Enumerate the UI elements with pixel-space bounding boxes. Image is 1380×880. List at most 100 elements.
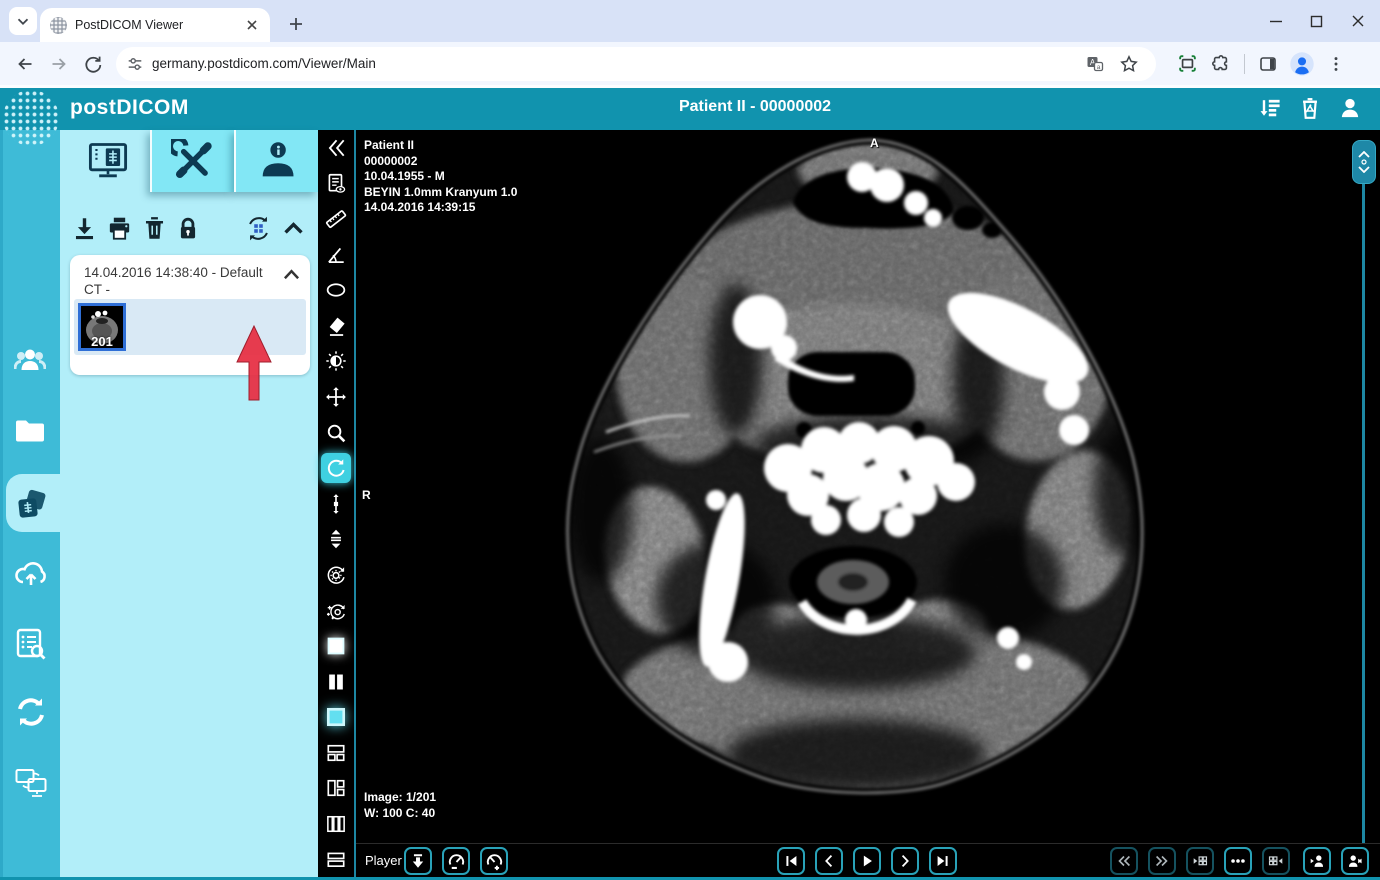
more-options-button[interactable] <box>1224 847 1252 875</box>
capture-button[interactable] <box>1170 47 1204 81</box>
extensions-button[interactable] <box>1204 47 1238 81</box>
report-icon <box>325 172 347 194</box>
overlay-study-datetime: 14.04.2016 14:39:15 <box>364 200 517 216</box>
previous-image-button[interactable] <box>815 847 843 875</box>
url-text[interactable]: germany.postdicom.com/Viewer/Main <box>152 56 1078 71</box>
next-layout-button[interactable] <box>1262 847 1290 875</box>
images-icon <box>14 487 48 521</box>
lock-icon[interactable] <box>176 216 200 241</box>
translate-icon: Aa <box>1085 54 1105 74</box>
browser-tab[interactable]: PostDICOM Viewer <box>40 8 270 42</box>
reload-button[interactable] <box>76 47 110 81</box>
stack-sort-button[interactable] <box>318 522 354 558</box>
tab-tools[interactable] <box>150 130 234 192</box>
next-image-button[interactable] <box>891 847 919 875</box>
bookmark-button[interactable] <box>1112 47 1146 81</box>
print-icon[interactable] <box>106 216 133 241</box>
translate-button[interactable]: Aa <box>1078 47 1112 81</box>
ruler-button[interactable] <box>318 201 354 237</box>
slice-scrollbar-thumb[interactable] <box>1352 140 1376 184</box>
first-image-icon <box>782 852 800 870</box>
speed-up-button[interactable] <box>480 847 508 875</box>
series-thumbnail[interactable]: 201 <box>78 303 126 351</box>
series-collapse-icon[interactable] <box>283 267 300 281</box>
cloud-upload-icon <box>14 557 48 591</box>
layout-three-columns-button[interactable] <box>318 806 354 842</box>
collapse-panel-button[interactable] <box>318 130 354 166</box>
next-series-button[interactable] <box>1148 847 1176 875</box>
sidebar-item-patients[interactable] <box>14 344 46 376</box>
site-settings-icon[interactable] <box>126 55 144 73</box>
sidebar-item-folders[interactable] <box>14 414 46 446</box>
thumbnail-label: 201 <box>81 334 123 349</box>
delete-icon[interactable] <box>142 216 167 241</box>
recycle-bin-icon[interactable] <box>1298 95 1322 121</box>
first-image-button[interactable] <box>777 847 805 875</box>
overlay-patient-name: Patient II <box>364 138 517 154</box>
address-bar[interactable]: germany.postdicom.com/Viewer/Main Aa <box>116 47 1156 81</box>
patient-overlay: Patient II 00000002 10.04.1955 - M BEYIN… <box>364 138 517 216</box>
reset-transform-button[interactable] <box>318 557 354 593</box>
window-level-button[interactable] <box>318 344 354 380</box>
pan-button[interactable] <box>318 379 354 415</box>
plus-icon <box>288 16 304 32</box>
next-patient-button[interactable] <box>1341 847 1369 875</box>
scroll-slices-button[interactable] <box>318 486 354 522</box>
play-button[interactable] <box>853 847 881 875</box>
angle-button[interactable] <box>318 237 354 273</box>
layout-single-icon <box>325 635 347 657</box>
slice-scrollbar-track[interactable] <box>1362 170 1365 843</box>
previous-patient-button[interactable] <box>1303 847 1331 875</box>
forward-icon <box>49 54 69 74</box>
tab-search-button[interactable] <box>9 7 37 35</box>
new-tab-button[interactable] <box>282 10 310 38</box>
tab-viewer-monitor[interactable] <box>66 130 150 192</box>
speed-down-button[interactable] <box>442 847 470 875</box>
last-image-button[interactable] <box>929 847 957 875</box>
previous-layout-button[interactable] <box>1186 847 1214 875</box>
cine-sync-icon[interactable] <box>245 215 272 242</box>
minimize-button[interactable] <box>1256 6 1296 36</box>
cine-export-button[interactable] <box>404 847 432 875</box>
patient-previous-icon <box>1308 852 1326 870</box>
auto-enhance-button[interactable] <box>318 593 354 629</box>
back-button[interactable] <box>8 47 42 81</box>
profile-button[interactable] <box>1285 47 1319 81</box>
maximize-button[interactable] <box>1296 6 1336 36</box>
eraser-button[interactable] <box>318 308 354 344</box>
account-icon[interactable] <box>1338 95 1362 121</box>
active-cell-button[interactable] <box>318 700 354 736</box>
zoom-button[interactable] <box>318 415 354 451</box>
image-viewport[interactable]: Patient II 00000002 10.04.1955 - M BEYIN… <box>356 130 1380 843</box>
share-sync-icon <box>14 695 48 729</box>
sort-list-icon[interactable] <box>1258 95 1282 121</box>
more-options-icon <box>1229 852 1247 870</box>
overlay-series-desc: BEYIN 1.0mm Kranyum 1.0 <box>364 185 517 201</box>
rotate-button[interactable] <box>318 450 354 486</box>
layout-top-two-button[interactable] <box>318 735 354 771</box>
ellipse-button[interactable] <box>318 272 354 308</box>
sidebar-item-upload[interactable] <box>14 557 46 589</box>
layout-left-two-button[interactable] <box>318 771 354 807</box>
tab-patient-info[interactable] <box>234 130 318 192</box>
last-image-icon <box>934 852 952 870</box>
sidebar-item-share[interactable] <box>14 695 46 727</box>
layout-single-button[interactable] <box>318 628 354 664</box>
browser-menu-button[interactable] <box>1319 47 1353 81</box>
grid-right-icon <box>1267 852 1285 870</box>
close-button[interactable] <box>1338 6 1378 36</box>
sidebar-item-transfer[interactable] <box>14 765 46 797</box>
download-icon[interactable] <box>72 216 97 241</box>
collapse-panel-icon[interactable] <box>281 216 306 241</box>
layout-two-vertical-button[interactable] <box>318 664 354 700</box>
series-header: 14.04.2016 14:38:40 - Default CT - <box>70 255 310 302</box>
sidebar-item-images[interactable] <box>14 487 46 519</box>
side-panel-button[interactable] <box>1251 47 1285 81</box>
previous-series-button[interactable] <box>1110 847 1138 875</box>
forward-button[interactable] <box>42 47 76 81</box>
report-button[interactable] <box>318 166 354 202</box>
sidebar-item-worklist-search[interactable] <box>14 627 46 659</box>
layout-rows-button[interactable] <box>318 842 354 878</box>
tab-close-icon[interactable] <box>244 17 260 33</box>
speed-up-icon <box>485 852 504 871</box>
